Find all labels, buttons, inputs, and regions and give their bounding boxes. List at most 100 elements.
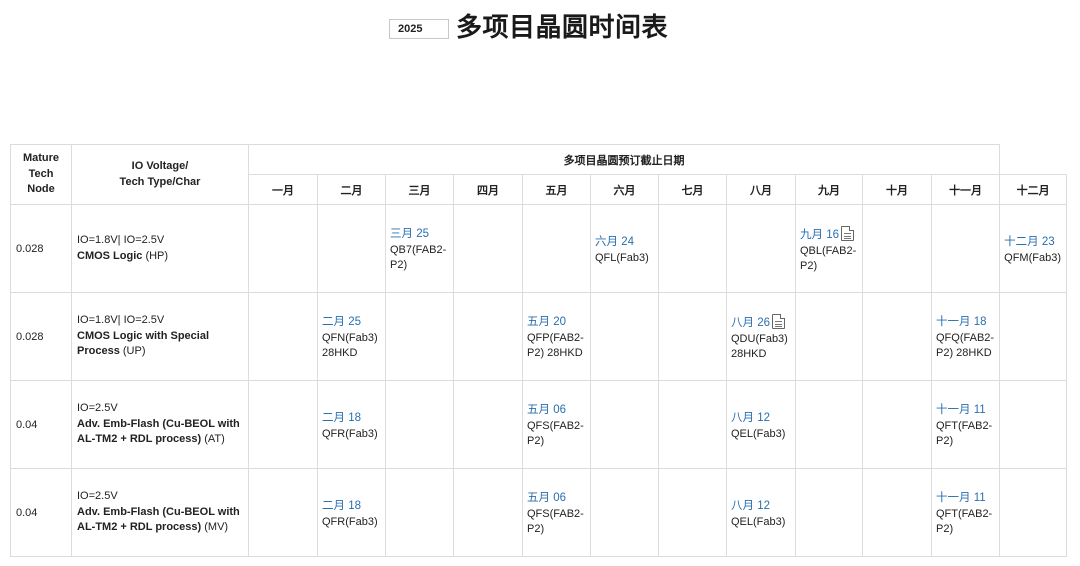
schedule-cell: [862, 380, 932, 469]
tech-type: Adv. Emb-Flash (Cu-BEOL with AL-TM2 + RD…: [77, 505, 244, 536]
deadline-date-link[interactable]: 八月 12: [731, 412, 770, 424]
shuttle-code: QFP(FAB2-P2) 28HKD: [527, 331, 584, 360]
io-voltage: IO=2.5V: [77, 490, 118, 503]
deadline-date-link[interactable]: 二月 18: [322, 412, 361, 424]
deadline-date-link[interactable]: 二月 18: [322, 500, 361, 512]
schedule-cell: [590, 468, 659, 557]
month-header: 七月: [658, 174, 727, 205]
schedule-cell: [658, 380, 727, 469]
deadline-date-link[interactable]: 三月 25: [390, 228, 429, 240]
tech-description-cell: IO=1.8V| IO=2.5V CMOS Logic with Special …: [71, 292, 249, 381]
shuttle-code: QFM(Fab3): [1004, 251, 1061, 264]
tech-description-cell: IO=2.5V Adv. Emb-Flash (Cu-BEOL with AL-T…: [71, 468, 249, 557]
shuttle-code: QFS(FAB2-P2): [527, 507, 584, 536]
schedule-cell: 十一月 11 QFT(FAB2-P2): [930, 380, 1001, 469]
schedule-cell: [453, 204, 523, 293]
month-header: 二月: [317, 174, 386, 205]
document-icon[interactable]: [841, 226, 854, 242]
schedule-cell: 二月 25 QFN(Fab3) 28HKD: [317, 292, 386, 381]
shuttle-code: QFS(FAB2-P2): [527, 419, 584, 448]
tech-char: (MV): [201, 521, 229, 534]
month-header: 十月: [862, 174, 932, 205]
deadline-date-link[interactable]: 九月 16: [800, 229, 839, 241]
io-voltage: IO=2.5V: [77, 402, 118, 415]
tech-char: (HP): [142, 249, 169, 262]
schedule-cell: [795, 468, 863, 557]
deadline-date-link[interactable]: 五月 20: [527, 316, 566, 328]
table-row: 0.028 IO=1.8V| IO=2.5V CMOS Logic (HP) 三月 2…: [10, 204, 1068, 293]
document-icon[interactable]: [772, 314, 785, 330]
schedule-cell: [248, 380, 318, 469]
schedule-cell: [658, 204, 727, 293]
deadline-date-link[interactable]: 十一月 18: [936, 316, 987, 328]
tech-node-cell: 0.04: [10, 468, 72, 557]
deadline-date-link[interactable]: 五月 06: [527, 492, 566, 504]
schedule-cell: [522, 204, 591, 293]
schedule-cell: [999, 380, 1068, 469]
schedule-cell: [590, 380, 659, 469]
year-select[interactable]: 2025: [389, 19, 449, 39]
shuttle-code: QBL(FAB2-P2): [800, 244, 857, 273]
deadline-date-link[interactable]: 八月 26: [731, 317, 770, 329]
deadline-date-link[interactable]: 五月 06: [527, 404, 566, 416]
tech-description-cell: IO=2.5V Adv. Emb-Flash (Cu-BEOL with AL-T…: [71, 380, 249, 469]
month-header: 八月: [726, 174, 796, 205]
schedule-cell: 五月 20 QFP(FAB2-P2) 28HKD: [522, 292, 591, 381]
tech-char: (UP): [119, 345, 146, 358]
schedule-cell: 二月 18 QFR(Fab3): [317, 468, 386, 557]
schedule-cell: 九月 16 QBL(FAB2-P2): [795, 204, 863, 293]
schedule-cell: [248, 468, 318, 557]
schedule-cell: 八月 26 QDU(Fab3) 28HKD: [726, 292, 796, 381]
shuttle-code: QEL(Fab3): [731, 515, 786, 528]
schedule-cell: 八月 12 QEL(Fab3): [726, 380, 796, 469]
schedule-cell: [385, 292, 454, 381]
schedule-cell: [248, 292, 318, 381]
deadline-date-link[interactable]: 六月 24: [595, 236, 634, 248]
tech-type: Adv. Emb-Flash (Cu-BEOL with AL-TM2 + RD…: [77, 417, 244, 448]
schedule-cell: [795, 292, 863, 381]
month-header: 十二月: [999, 174, 1068, 205]
month-header: 三月: [385, 174, 454, 205]
schedule-cell: [317, 204, 386, 293]
schedule-cell: [862, 292, 932, 381]
deadline-date-link[interactable]: 十一月 11: [936, 492, 986, 504]
shuttle-code: QFT(FAB2-P2): [936, 419, 993, 448]
page-header: 2025 多项目晶圆时间表: [0, 12, 1080, 46]
schedule-cell: 十一月 11 QFT(FAB2-P2): [930, 468, 1001, 557]
io-voltage: IO=1.8V| IO=2.5V: [77, 314, 165, 327]
schedule-cell: [658, 468, 727, 557]
deadline-date-link[interactable]: 十二月 23: [1004, 236, 1055, 248]
table-row: 0.028 IO=1.8V| IO=2.5V CMOS Logic with Spe…: [10, 292, 1068, 381]
month-header: 六月: [590, 174, 659, 205]
group-header-spacer: [999, 144, 1068, 175]
schedule-cell: [930, 204, 1001, 293]
schedule-cell: [795, 380, 863, 469]
schedule-cell: [726, 204, 796, 293]
mpw-schedule-table: Mature Tech Node IO Voltage/ Tech Type/C…: [10, 144, 1068, 557]
shuttle-code: QFN(Fab3) 28HKD: [322, 331, 378, 360]
deadline-date-link[interactable]: 二月 25: [322, 316, 361, 328]
tech-type: CMOS Logic (HP): [77, 249, 244, 265]
schedule-cell: [862, 204, 932, 293]
shuttle-code: QFT(FAB2-P2): [936, 507, 993, 536]
schedule-cell: 二月 18 QFR(Fab3): [317, 380, 386, 469]
tech-type: CMOS Logic with Special Process (UP): [77, 329, 244, 360]
schedule-cell: [999, 292, 1068, 381]
schedule-cell: [385, 380, 454, 469]
deadline-date-link[interactable]: 十一月 11: [936, 404, 986, 416]
month-header: 九月: [795, 174, 863, 205]
tech-description-cell: IO=1.8V| IO=2.5V CMOS Logic (HP): [71, 204, 249, 293]
schedule-cell: [453, 468, 523, 557]
page-title: 多项目晶圆时间表: [456, 13, 669, 43]
schedule-cell: 五月 06 QFS(FAB2-P2): [522, 380, 591, 469]
schedule-cell: [999, 468, 1068, 557]
schedule-cell: 十二月 23 QFM(Fab3): [999, 204, 1068, 293]
tech-node-cell: 0.028: [10, 292, 72, 381]
schedule-cell: [453, 380, 523, 469]
deadline-date-link[interactable]: 八月 12: [731, 500, 770, 512]
tech-type-name: CMOS Logic: [77, 249, 143, 262]
shuttle-code: QFR(Fab3): [322, 515, 378, 528]
tech-char: (AT): [201, 433, 225, 446]
table-row: 0.04 IO=2.5V Adv. Emb-Flash (Cu-BEOL with …: [10, 468, 1068, 557]
shuttle-code: QFQ(FAB2-P2) 28HKD: [936, 331, 995, 360]
